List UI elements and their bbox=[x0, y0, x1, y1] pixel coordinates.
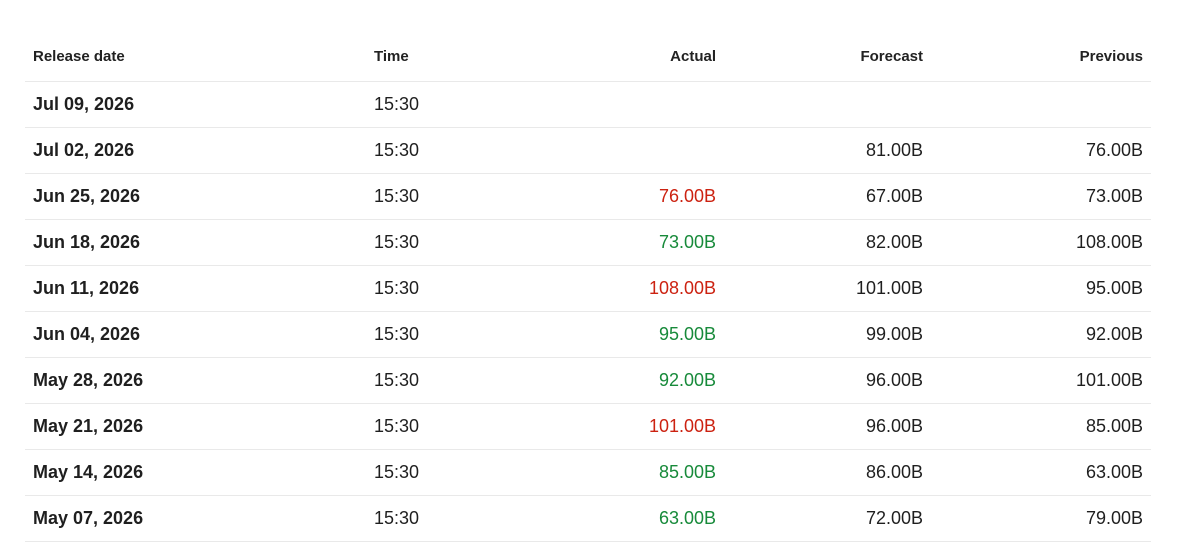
release-history-container: Release date Time Actual Forecast Previo… bbox=[25, 31, 1151, 542]
release-date-cell: May 14, 2026 bbox=[25, 449, 366, 496]
time-cell: 15:30 bbox=[366, 219, 566, 266]
previous-cell: 76.00B bbox=[931, 127, 1151, 174]
release-history-table: Release date Time Actual Forecast Previo… bbox=[25, 31, 1151, 542]
table-row: Jul 09, 2026 15:30 bbox=[25, 81, 1151, 128]
previous-cell: 85.00B bbox=[931, 403, 1151, 450]
previous-cell: 101.00B bbox=[931, 357, 1151, 404]
header-row: Release date Time Actual Forecast Previo… bbox=[25, 31, 1151, 82]
release-date-cell: May 07, 2026 bbox=[25, 495, 366, 542]
actual-cell: 76.00B bbox=[566, 173, 724, 220]
header-previous: Previous bbox=[931, 31, 1151, 82]
actual-cell: 108.00B bbox=[566, 265, 724, 312]
previous-cell bbox=[931, 81, 1151, 128]
previous-cell: 63.00B bbox=[931, 449, 1151, 496]
header-forecast: Forecast bbox=[724, 31, 931, 82]
table-row: Jun 11, 2026 15:30 108.00B 101.00B 95.00… bbox=[25, 265, 1151, 312]
table-row: May 28, 2026 15:30 92.00B 96.00B 101.00B bbox=[25, 357, 1151, 404]
forecast-cell bbox=[724, 81, 931, 128]
time-cell: 15:30 bbox=[366, 265, 566, 312]
previous-cell: 95.00B bbox=[931, 265, 1151, 312]
table-row: Jun 18, 2026 15:30 73.00B 82.00B 108.00B bbox=[25, 219, 1151, 266]
actual-cell bbox=[566, 127, 724, 174]
actual-cell: 85.00B bbox=[566, 449, 724, 496]
forecast-cell: 101.00B bbox=[724, 265, 931, 312]
header-time: Time bbox=[366, 31, 566, 82]
table-row: Jul 02, 2026 15:30 81.00B 76.00B bbox=[25, 127, 1151, 174]
time-cell: 15:30 bbox=[366, 173, 566, 220]
release-date-cell: Jun 04, 2026 bbox=[25, 311, 366, 358]
time-cell: 15:30 bbox=[366, 127, 566, 174]
forecast-cell: 96.00B bbox=[724, 357, 931, 404]
time-cell: 15:30 bbox=[366, 357, 566, 404]
release-date-cell: May 21, 2026 bbox=[25, 403, 366, 450]
actual-cell: 95.00B bbox=[566, 311, 724, 358]
previous-cell: 92.00B bbox=[931, 311, 1151, 358]
actual-cell: 92.00B bbox=[566, 357, 724, 404]
table-row: May 21, 2026 15:30 101.00B 96.00B 85.00B bbox=[25, 403, 1151, 450]
previous-cell: 73.00B bbox=[931, 173, 1151, 220]
release-date-cell: Jun 25, 2026 bbox=[25, 173, 366, 220]
time-cell: 15:30 bbox=[366, 403, 566, 450]
table-row: Jun 04, 2026 15:30 95.00B 99.00B 92.00B bbox=[25, 311, 1151, 358]
time-cell: 15:30 bbox=[366, 449, 566, 496]
release-date-cell: Jun 18, 2026 bbox=[25, 219, 366, 266]
forecast-cell: 67.00B bbox=[724, 173, 931, 220]
forecast-cell: 99.00B bbox=[724, 311, 931, 358]
forecast-cell: 72.00B bbox=[724, 495, 931, 542]
table-row: May 14, 2026 15:30 85.00B 86.00B 63.00B bbox=[25, 449, 1151, 496]
table-header: Release date Time Actual Forecast Previo… bbox=[25, 31, 1151, 82]
time-cell: 15:30 bbox=[366, 311, 566, 358]
table-row: Jun 25, 2026 15:30 76.00B 67.00B 73.00B bbox=[25, 173, 1151, 220]
forecast-cell: 81.00B bbox=[724, 127, 931, 174]
previous-cell: 79.00B bbox=[931, 495, 1151, 542]
release-date-cell: May 28, 2026 bbox=[25, 357, 366, 404]
forecast-cell: 82.00B bbox=[724, 219, 931, 266]
header-actual: Actual bbox=[566, 31, 724, 82]
forecast-cell: 86.00B bbox=[724, 449, 931, 496]
time-cell: 15:30 bbox=[366, 81, 566, 128]
previous-cell: 108.00B bbox=[931, 219, 1151, 266]
actual-cell bbox=[566, 81, 724, 128]
table-body: Jul 09, 2026 15:30 Jul 02, 2026 15:30 81… bbox=[25, 81, 1151, 542]
release-date-cell: Jun 11, 2026 bbox=[25, 265, 366, 312]
header-release-date: Release date bbox=[25, 31, 366, 82]
actual-cell: 63.00B bbox=[566, 495, 724, 542]
actual-cell: 101.00B bbox=[566, 403, 724, 450]
release-date-cell: Jul 02, 2026 bbox=[25, 127, 366, 174]
actual-cell: 73.00B bbox=[566, 219, 724, 266]
time-cell: 15:30 bbox=[366, 495, 566, 542]
table-row: May 07, 2026 15:30 63.00B 72.00B 79.00B bbox=[25, 495, 1151, 542]
release-date-cell: Jul 09, 2026 bbox=[25, 81, 366, 128]
forecast-cell: 96.00B bbox=[724, 403, 931, 450]
